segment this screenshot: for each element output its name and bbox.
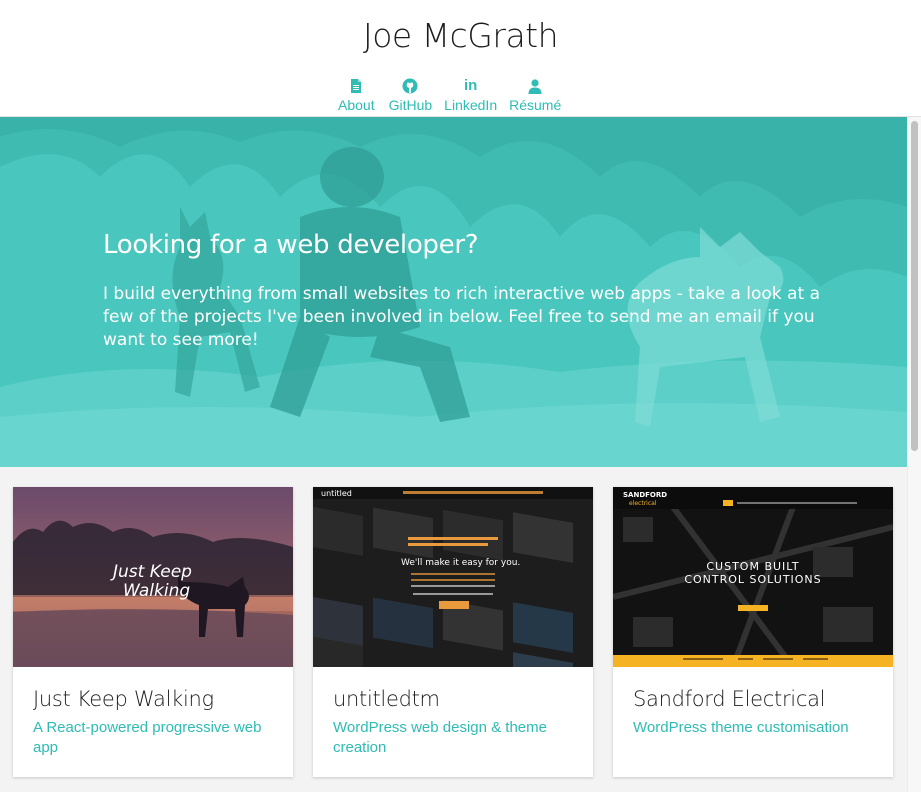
main-nav: About GitHub in LinkedIn Résumé <box>332 78 567 116</box>
thumb-text-line2: Walking <box>123 581 190 601</box>
project-description: WordPress theme customisation <box>633 719 849 736</box>
nav-github-link[interactable]: GitHub <box>383 78 439 116</box>
user-icon <box>528 79 542 94</box>
project-thumbnail: untitled We'll make it easy for you. <box>313 487 593 667</box>
nav-about-label: About <box>338 97 375 113</box>
page-scrollbar[interactable] <box>907 117 921 792</box>
hero-banner: Looking for a web developer? I build eve… <box>0 117 907 467</box>
project-card-just-keep-walking[interactable]: Just Keep Walking Just Keep Walking A Re… <box>13 487 293 777</box>
linkedin-icon: in <box>463 77 478 94</box>
thumb-headline: We'll make it easy for you. <box>401 558 520 568</box>
scrollbar-thumb[interactable] <box>911 121 918 451</box>
thumb-brand: SANDFORD <box>623 491 667 499</box>
project-thumbnail: Just Keep Walking <box>13 487 293 667</box>
project-description: WordPress web design & theme creation <box>333 719 547 756</box>
project-card-sandford-electrical[interactable]: SANDFORD electrical CUSTOM BUILT CONTROL… <box>613 487 893 777</box>
project-card-untitledtm[interactable]: untitled We'll make it easy for you. unt… <box>313 487 593 777</box>
thumb-brand-sub: electrical <box>629 500 657 507</box>
thumb-headline-line1: CUSTOM BUILT <box>706 560 799 573</box>
thumb-text-line1: Just Keep <box>110 562 192 582</box>
site-header: Joe McGrath About GitHub in LinkedIn Rés… <box>0 0 921 117</box>
nav-about-link[interactable]: About <box>332 78 381 116</box>
nav-resume-label: Résumé <box>509 97 562 113</box>
nav-resume-link[interactable]: Résumé <box>503 78 567 116</box>
project-title: Just Keep Walking <box>33 687 214 711</box>
just-keep-walking-thumbnail: Just Keep Walking <box>13 487 293 667</box>
github-icon <box>402 78 418 94</box>
hero-title: Looking for a web developer? <box>103 230 479 260</box>
project-title: Sandford Electrical <box>633 687 826 711</box>
nav-github-label: GitHub <box>388 97 433 113</box>
thumb-headline-line2: CONTROL SOLUTIONS <box>684 573 821 586</box>
document-icon <box>351 79 362 93</box>
project-thumbnail: SANDFORD electrical CUSTOM BUILT CONTROL… <box>613 487 893 667</box>
thumb-brand: untitled <box>321 489 352 498</box>
nav-linkedin-label: LinkedIn <box>444 97 498 113</box>
project-title: untitledtm <box>333 687 440 711</box>
nav-linkedin-link[interactable]: in LinkedIn <box>438 78 503 116</box>
untitledtm-thumbnail: untitled We'll make it easy for you. <box>313 487 593 667</box>
project-description: A React-powered progressive web app <box>33 719 262 756</box>
hero-intro-text: I build everything from small websites t… <box>103 284 820 350</box>
site-title: Joe McGrath <box>362 16 559 55</box>
sandford-electrical-thumbnail: SANDFORD electrical CUSTOM BUILT CONTROL… <box>613 487 893 667</box>
